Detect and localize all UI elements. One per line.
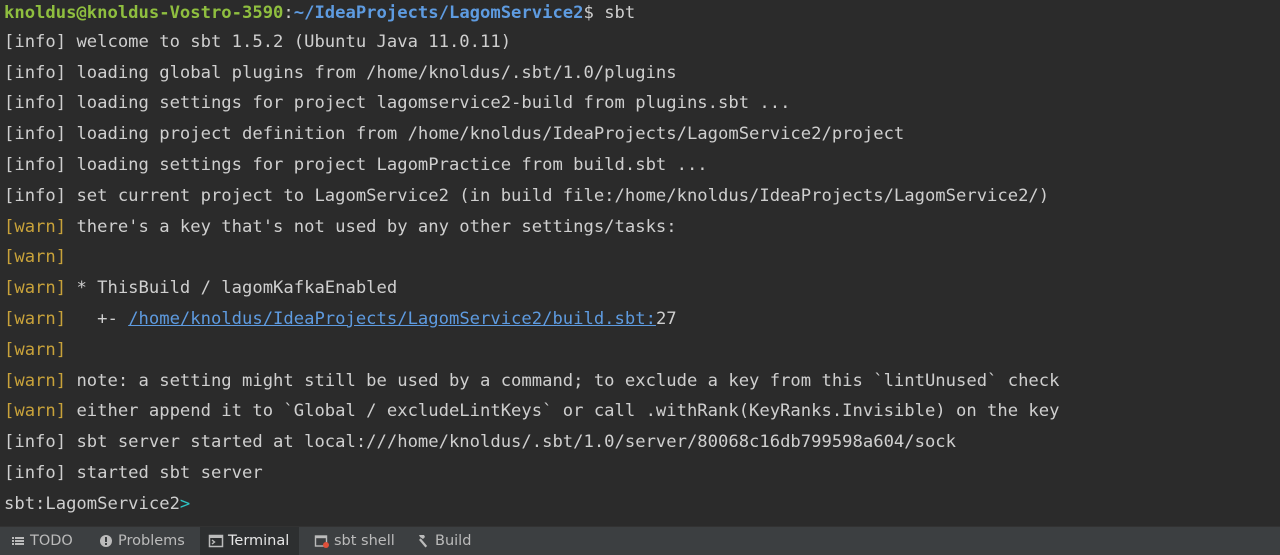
log-message: set current project to LagomService2 (in… [66, 185, 1050, 206]
terminal-icon [208, 533, 224, 549]
tab-build-label: Build [435, 533, 472, 549]
tab-build[interactable]: Build [415, 527, 471, 555]
log-level-warn: [warn] [4, 278, 67, 299]
log-line: [info] started sbt server [0, 458, 1280, 489]
tab-problems[interactable]: Problems [98, 527, 185, 555]
log-level-warn: [warn] [4, 216, 67, 237]
log-lines: [info] welcome to sbt 1.5.2 (Ubuntu Java… [0, 27, 1280, 489]
log-line: [info] loading settings for project Lago… [0, 150, 1280, 181]
log-line: [info] welcome to sbt 1.5.2 (Ubuntu Java… [0, 27, 1280, 58]
log-message: either append it to `Global / excludeLin… [66, 401, 1060, 422]
log-message: note: a setting might still be used by a… [66, 370, 1060, 391]
prompt-symbol: $ [583, 3, 605, 23]
log-message: started sbt server [66, 462, 263, 483]
line-number: 27 [655, 308, 677, 329]
log-message: loading global plugins from /home/knoldu… [66, 62, 677, 83]
prompt-user-host: knoldus@knoldus-Vostro-3590 [4, 3, 284, 23]
log-message: there's a key that's not used by any oth… [66, 216, 677, 237]
problems-icon [98, 533, 114, 549]
prompt-path: ~/IdeaProjects/LagomService2 [293, 3, 584, 23]
tab-sbt-shell[interactable]: sbt shell [314, 527, 395, 555]
log-level-warn: [warn] [4, 247, 67, 268]
log-line: [warn] [0, 335, 1280, 366]
log-message: sbt server started at local:///home/knol… [66, 432, 957, 453]
list-icon [10, 533, 26, 549]
tab-terminal[interactable]: Terminal [200, 527, 300, 555]
tab-todo[interactable]: TODO [10, 527, 73, 555]
file-link[interactable]: /home/knoldus/IdeaProjects/LagomService2… [128, 309, 656, 329]
tool-window-bar: TODO Problems Terminal sbt shell Build [0, 526, 1280, 555]
log-level-info: [info] [4, 31, 67, 52]
log-message: * ThisBuild / lagomKafkaEnabled [66, 278, 398, 299]
prompt-colon: : [283, 3, 294, 23]
log-message: loading settings for project lagomservic… [66, 93, 791, 114]
log-level-warn: [warn] [4, 339, 67, 360]
log-level-info: [info] [4, 432, 67, 453]
log-level-info: [info] [4, 93, 67, 114]
tab-problems-label: Problems [118, 533, 185, 549]
log-level-warn: [warn] [4, 370, 67, 391]
log-line: [warn] either append it to `Global / exc… [0, 396, 1280, 427]
log-level-info: [info] [4, 185, 67, 206]
sbt-prompt-line[interactable]: sbt:LagomService2> [0, 489, 1280, 520]
log-message: +- [66, 308, 129, 329]
hammer-icon [415, 533, 431, 549]
tab-terminal-label: Terminal [228, 533, 290, 549]
tab-todo-label: TODO [30, 533, 73, 549]
log-line: [warn] note: a setting might still be us… [0, 366, 1280, 397]
tab-sbt-shell-label: sbt shell [334, 533, 395, 549]
log-line: [warn] +- /home/knoldus/IdeaProjects/Lag… [0, 304, 1280, 335]
log-line: [info] sbt server started at local:///ho… [0, 427, 1280, 458]
log-line: [warn] there's a key that's not used by … [0, 212, 1280, 243]
log-message: loading project definition from /home/kn… [66, 124, 905, 145]
log-message: welcome to sbt 1.5.2 (Ubuntu Java 11.0.1… [66, 31, 512, 52]
log-level-info: [info] [4, 124, 67, 145]
log-level-warn: [warn] [4, 401, 67, 422]
prompt-command: sbt [604, 3, 636, 23]
terminal-output[interactable]: knoldus@knoldus-Vostro-3590:~/IdeaProjec… [0, 0, 1280, 526]
log-line: [info] loading settings for project lago… [0, 88, 1280, 119]
sbt-prompt: sbt:LagomService2 [4, 493, 180, 514]
sbt-prompt-caret: > [179, 493, 191, 514]
log-line: [info] loading project definition from /… [0, 119, 1280, 150]
log-level-info: [info] [4, 462, 67, 483]
log-line: [warn] * ThisBuild / lagomKafkaEnabled [0, 273, 1280, 304]
log-line: [info] set current project to LagomServi… [0, 181, 1280, 212]
log-message: loading settings for project LagomPracti… [66, 154, 708, 175]
shell-prompt-line: knoldus@knoldus-Vostro-3590:~/IdeaProjec… [0, 0, 1280, 29]
log-line: [info] loading global plugins from /home… [0, 58, 1280, 89]
log-line: [warn] [0, 242, 1280, 273]
log-level-info: [info] [4, 154, 67, 175]
sbt-shell-icon [314, 533, 330, 549]
log-level-warn: [warn] [4, 308, 67, 329]
log-level-info: [info] [4, 62, 67, 83]
